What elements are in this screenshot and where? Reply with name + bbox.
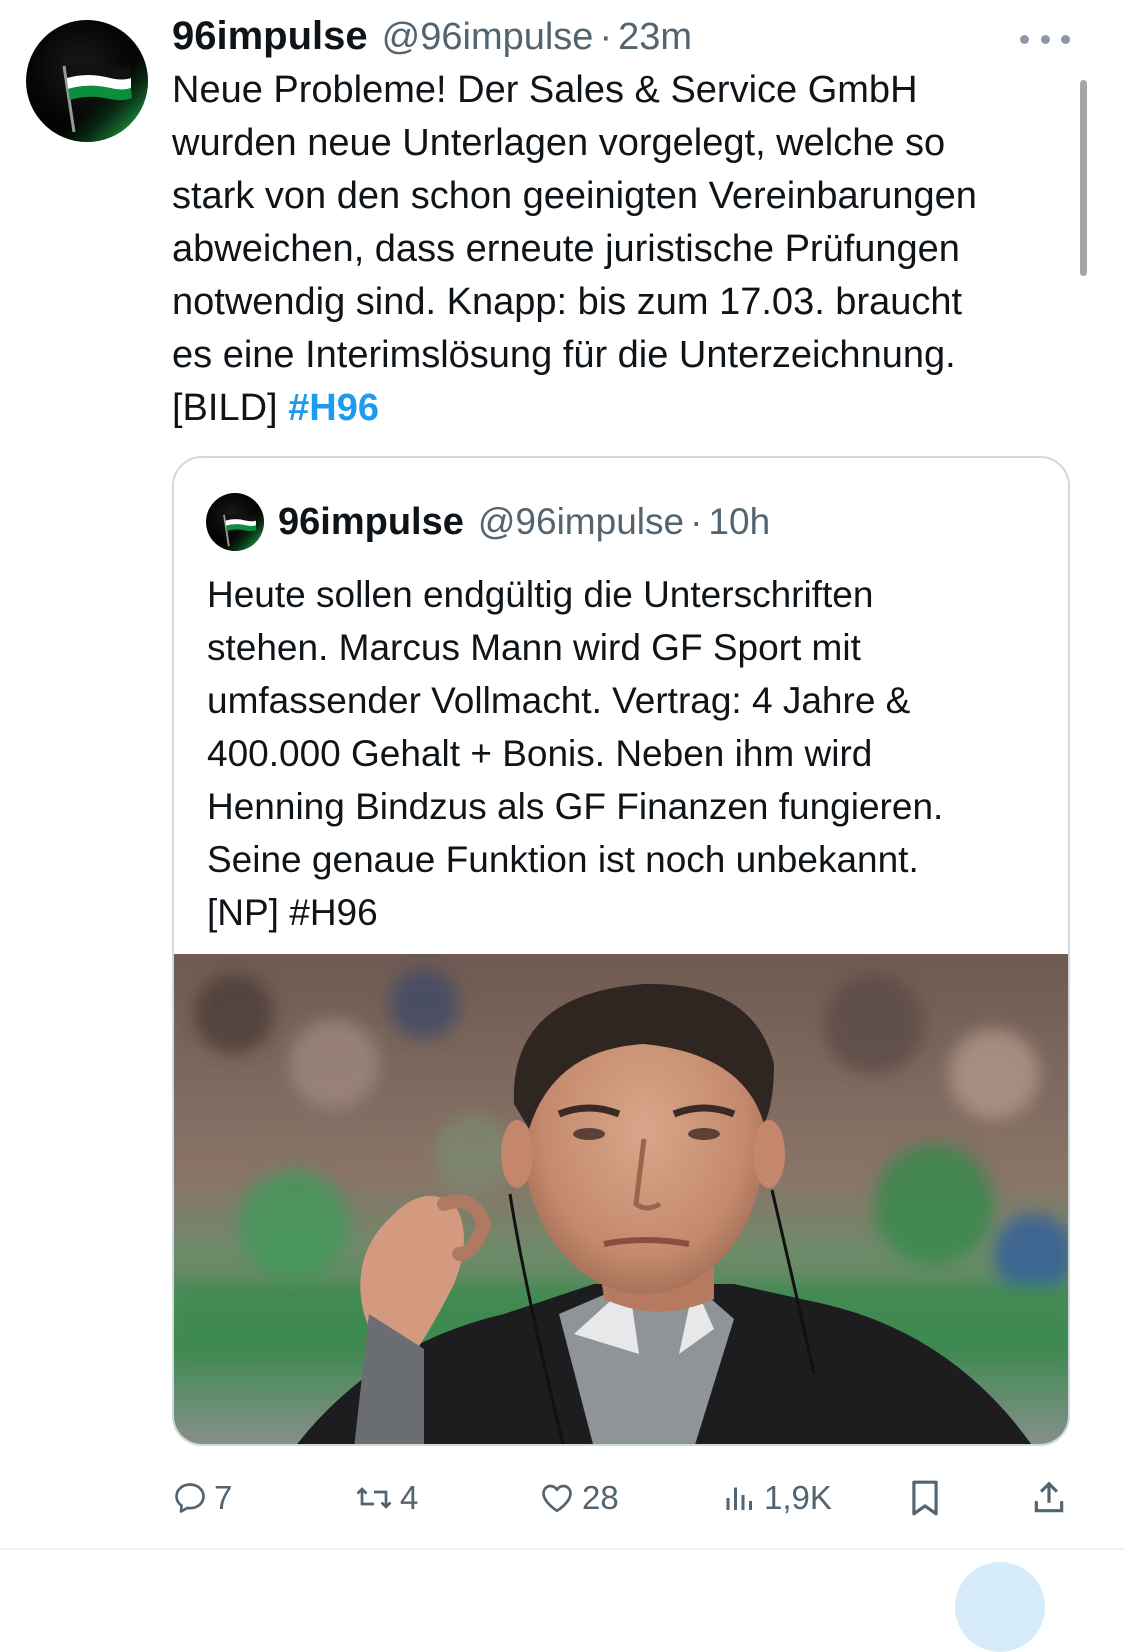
tweet-text-line: notwendig sind. Knapp: bis zum 17.03. br… bbox=[172, 281, 963, 323]
compose-button[interactable] bbox=[955, 1562, 1045, 1652]
header-separator: · bbox=[599, 16, 613, 58]
bookmark-button[interactable] bbox=[908, 1468, 948, 1528]
quoted-author-name: 96impulse bbox=[278, 500, 464, 543]
more-dot bbox=[1061, 34, 1070, 44]
tweet-time[interactable]: 23m bbox=[618, 16, 692, 59]
more-dot bbox=[1020, 34, 1029, 44]
quoted-tweet-text: Heute sollen endgültig die Unterschrifte… bbox=[207, 568, 1057, 939]
quoted-tweet[interactable]: 96impulse @96impulse · 10h Heute sollen … bbox=[172, 456, 1070, 1446]
quoted-text-line: 400.000 Gehalt + Bonis. Neben ihm wird bbox=[207, 733, 873, 774]
tweet-actions: 7 4 28 1,9K bbox=[172, 1468, 1072, 1528]
quoted-text-line: [NP] #H96 bbox=[207, 892, 378, 933]
quoted-text-line: Henning Bindzus als GF Finanzen fungiere… bbox=[207, 786, 944, 827]
tweet-text-line: stark von den schon geeinigten Vereinbar… bbox=[172, 175, 977, 217]
quoted-text-line: stehen. Marcus Mann wird GF Sport mit bbox=[207, 627, 861, 668]
hashtag-link[interactable]: #H96 bbox=[288, 387, 379, 429]
reply-button[interactable]: 7 bbox=[172, 1468, 232, 1528]
quoted-tweet-time: 10h bbox=[708, 501, 771, 542]
portrait-photo bbox=[174, 954, 1068, 1444]
tweet-text-line: wurden neue Unterlagen vorgelegt, welche… bbox=[172, 122, 946, 164]
retweet-button[interactable]: 4 bbox=[354, 1468, 418, 1528]
retweet-count: 4 bbox=[400, 1479, 419, 1516]
tweet-divider bbox=[0, 1548, 1125, 1550]
tweet-header: 96impulse @96impulse · 23m bbox=[172, 14, 692, 64]
tweet-text: Neue Probleme! Der Sales & Service GmbH … bbox=[172, 64, 1072, 435]
tweet-text-line: abweichen, dass erneute juristische Prüf… bbox=[172, 228, 960, 270]
quoted-tweet-header: 96impulse @96impulse · 10h bbox=[206, 492, 770, 552]
bookmark-icon bbox=[912, 1480, 938, 1516]
quoted-tweet-photo[interactable] bbox=[174, 954, 1068, 1444]
quoted-header-separator: · bbox=[690, 501, 703, 542]
retweet-icon bbox=[356, 1487, 392, 1509]
views-count: 1,9K bbox=[764, 1479, 832, 1516]
quoted-author-handle: @96impulse bbox=[477, 501, 685, 542]
quoted-text-line: Seine genaue Funktion ist noch unbekannt… bbox=[207, 839, 919, 880]
more-dot bbox=[1040, 34, 1050, 44]
more-icon[interactable] bbox=[1020, 24, 1070, 54]
share-icon bbox=[1034, 1481, 1064, 1513]
flag-avatar-icon bbox=[206, 493, 264, 551]
author-handle[interactable]: @96impulse bbox=[382, 16, 594, 59]
tweet-text-line: es eine Interimslösung für die Unterzeic… bbox=[172, 334, 956, 376]
like-button[interactable]: 28 bbox=[538, 1468, 619, 1528]
views-button[interactable]: 1,9K bbox=[722, 1468, 832, 1528]
heart-icon bbox=[542, 1484, 572, 1513]
tweet-text-line: [BILD] #H96 bbox=[172, 382, 1072, 435]
flag-avatar-icon bbox=[26, 20, 148, 142]
reply-icon bbox=[175, 1483, 205, 1513]
source-tag: [BILD] bbox=[172, 387, 289, 429]
like-count: 28 bbox=[582, 1479, 619, 1516]
share-button[interactable] bbox=[1030, 1468, 1074, 1528]
quoted-text-line: umfassender Vollmacht. Vertrag: 4 Jahre … bbox=[207, 680, 911, 721]
reply-count: 7 bbox=[214, 1479, 233, 1516]
tweet-text-line: Neue Probleme! Der Sales & Service GmbH bbox=[172, 69, 918, 111]
author-avatar[interactable] bbox=[26, 20, 148, 142]
quoted-author-avatar bbox=[206, 493, 264, 551]
scrollbar[interactable] bbox=[1080, 80, 1087, 276]
quoted-text-line: Heute sollen endgültig die Unterschrifte… bbox=[207, 574, 874, 615]
author-name[interactable]: 96impulse bbox=[172, 14, 368, 59]
views-chart-icon bbox=[726, 1487, 752, 1510]
